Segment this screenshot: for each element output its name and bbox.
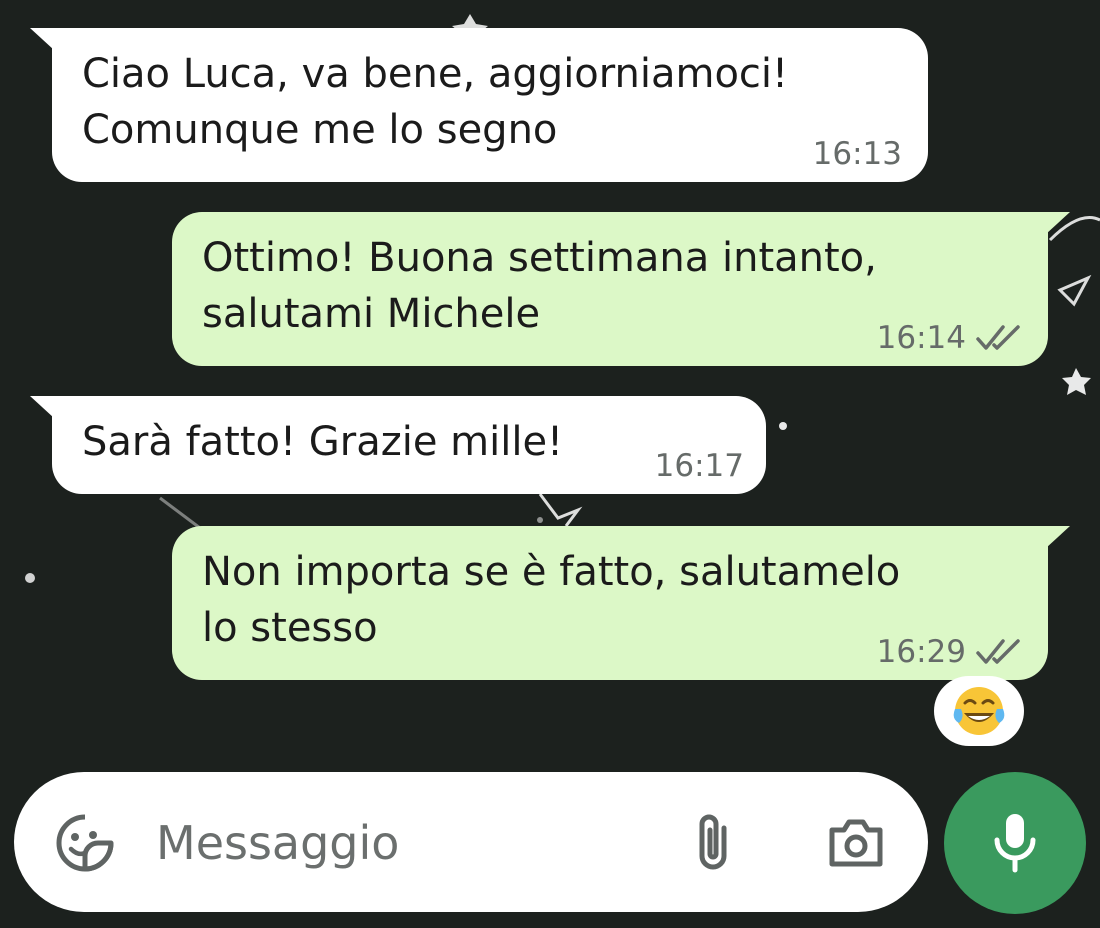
message-time: 16:29 (876, 634, 966, 670)
message-text: Sarà fatto! Grazie mille! (82, 419, 564, 465)
bubble-tail (1046, 212, 1070, 234)
message-time: 16:14 (876, 320, 966, 356)
message-composer (14, 772, 928, 912)
message-bubble-incoming[interactable]: Ciao Luca, va bene, aggiorniamoci! Comun… (30, 28, 928, 182)
message-input[interactable] (154, 802, 678, 884)
microphone-icon (994, 814, 1036, 873)
bubble-tail (1046, 526, 1070, 548)
message-text: Ciao Luca, va bene, aggiorniamoci! Comun… (82, 51, 789, 153)
message-bubble-outgoing[interactable]: Non importa se è fatto, salutamelo lo st… (172, 526, 1070, 680)
message-time: 16:17 (654, 448, 744, 484)
message-meta: 16:14 (877, 320, 1022, 356)
message-meta: 16:17 (655, 448, 744, 484)
message-bubble-outgoing[interactable]: Ottimo! Buona settimana intanto, salutam… (172, 212, 1070, 366)
double-check-icon (976, 639, 1020, 664)
message-meta: 16:29 (877, 634, 1022, 670)
message-time: 16:13 (812, 136, 902, 172)
sticker-icon[interactable] (54, 812, 116, 874)
message-meta: 16:13 (813, 136, 902, 172)
bubble-tail (30, 396, 54, 418)
message-bubble-incoming[interactable]: Sarà fatto! Grazie mille! 16:17 (30, 396, 766, 494)
double-check-icon (976, 325, 1020, 350)
face-with-tears-of-joy-icon (953, 687, 1005, 735)
voice-message-button[interactable] (944, 772, 1086, 914)
paperclip-icon[interactable] (690, 810, 736, 876)
camera-icon[interactable] (826, 814, 886, 872)
bubble-tail (30, 28, 54, 50)
message-reaction[interactable] (934, 676, 1024, 746)
